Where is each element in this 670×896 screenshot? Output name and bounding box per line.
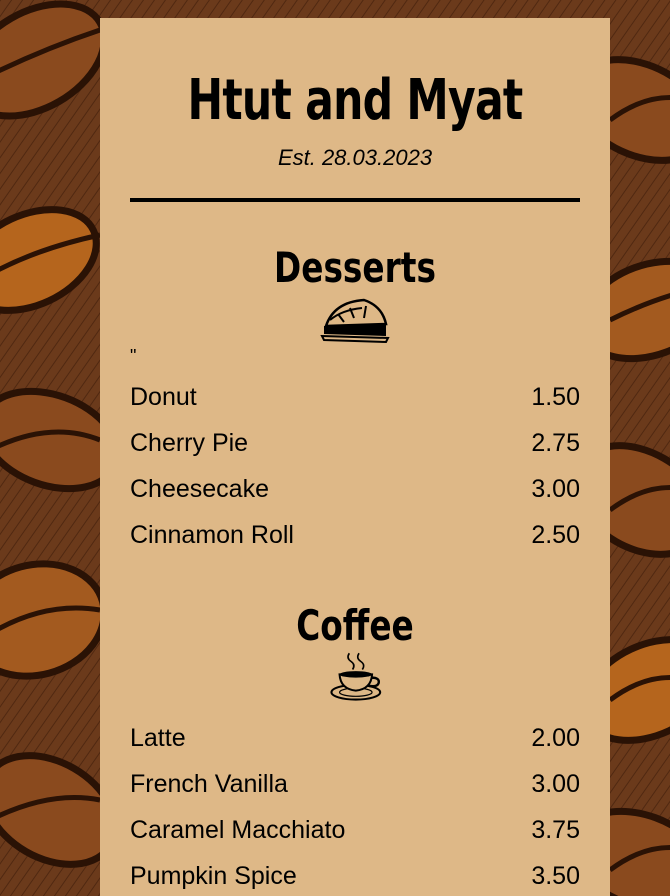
menu-card: Htut and Myat Est. 28.03.2023 Desserts "…	[100, 18, 610, 896]
item-name: Latte	[130, 724, 186, 752]
menu-item: Cheesecake 3.00	[130, 472, 580, 506]
item-price: 3.75	[531, 816, 580, 844]
item-price: 3.50	[531, 862, 580, 890]
menu-item: Pumpkin Spice 3.50	[130, 859, 580, 893]
section-title-desserts: Desserts	[274, 243, 436, 292]
coffee-cup-icon	[330, 652, 382, 701]
item-name: Cheesecake	[130, 475, 269, 503]
item-price: 2.50	[531, 521, 580, 549]
item-name: Cinnamon Roll	[130, 521, 294, 549]
item-name: Cherry Pie	[130, 429, 249, 457]
header-divider	[130, 198, 580, 202]
menu-item: Cherry Pie 2.75	[130, 426, 580, 460]
item-name: Donut	[130, 383, 197, 411]
item-name: Caramel Macchiato	[130, 816, 346, 844]
pie-slice-icon	[320, 298, 390, 344]
restaurant-name: Htut and Myat	[187, 68, 523, 133]
stray-character: "	[130, 346, 137, 366]
item-price: 1.50	[531, 383, 580, 411]
menu-item: Cinnamon Roll 2.50	[130, 518, 580, 552]
menu-item: Latte 2.00	[130, 721, 580, 755]
menu-item: French Vanilla 3.00	[130, 767, 580, 801]
menu-item: Caramel Macchiato 3.75	[130, 813, 580, 847]
item-price: 3.00	[531, 770, 580, 798]
item-name: Pumpkin Spice	[130, 862, 297, 890]
item-price: 3.00	[531, 475, 580, 503]
item-price: 2.00	[531, 724, 580, 752]
established-date: Est. 28.03.2023	[277, 145, 433, 170]
section-title-coffee: Coffee	[296, 601, 414, 650]
item-price: 2.75	[531, 429, 580, 457]
item-name: French Vanilla	[130, 770, 288, 798]
menu-item: Donut 1.50	[130, 380, 580, 414]
